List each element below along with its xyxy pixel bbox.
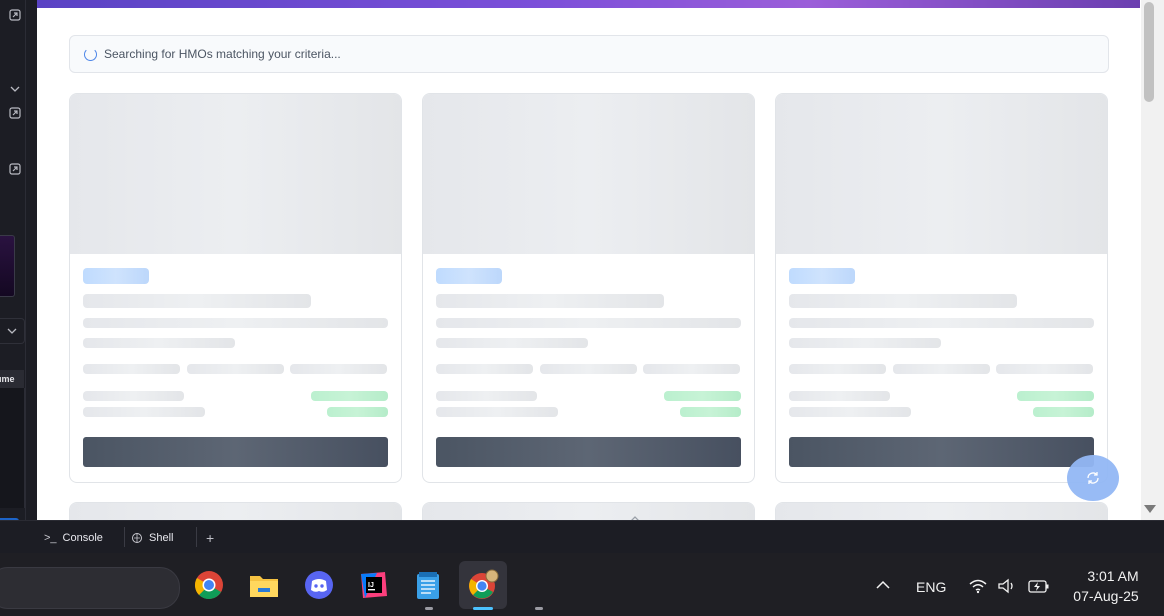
hmo-card-skeleton bbox=[775, 502, 1108, 520]
feature-placeholder bbox=[83, 364, 180, 374]
feature-placeholder bbox=[893, 364, 990, 374]
chevron-down-icon bbox=[7, 328, 17, 334]
title-placeholder bbox=[436, 294, 664, 308]
clock-time[interactable]: 3:01 AM bbox=[1080, 568, 1146, 584]
tab-divider bbox=[196, 527, 197, 547]
image-placeholder bbox=[423, 94, 754, 254]
chevron-down-icon[interactable] bbox=[9, 83, 21, 95]
left-panel-body bbox=[0, 388, 25, 508]
scroll-down-arrow-icon[interactable] bbox=[1144, 505, 1156, 513]
discord-icon[interactable] bbox=[301, 567, 337, 603]
hmo-card-skeleton bbox=[69, 93, 402, 483]
left-ide-strip: ume bbox=[0, 0, 37, 536]
hmo-card-skeleton bbox=[69, 502, 402, 520]
ide-bottom-bar: >_ Console Shell + bbox=[0, 520, 1164, 554]
taskbar-search[interactable] bbox=[0, 567, 180, 609]
text-placeholder bbox=[789, 338, 941, 348]
meta-placeholder bbox=[436, 407, 558, 417]
feature-placeholder bbox=[996, 364, 1093, 374]
browser-viewport: Searching for HMOs matching your criteri… bbox=[37, 0, 1141, 520]
preview-thumbnail[interactable] bbox=[0, 235, 15, 297]
refresh-icon bbox=[1087, 472, 1099, 484]
terminal-icon: >_ bbox=[44, 531, 57, 544]
title-placeholder bbox=[789, 294, 1017, 308]
meta-placeholder bbox=[83, 407, 205, 417]
meta-placeholder bbox=[436, 391, 537, 401]
open-external-icon[interactable] bbox=[9, 107, 21, 119]
volume-icon[interactable] bbox=[997, 578, 1017, 594]
tab-label: Console bbox=[62, 531, 103, 544]
price-placeholder bbox=[311, 391, 388, 401]
add-tab-button[interactable]: + bbox=[206, 521, 214, 554]
svg-text:IJ: IJ bbox=[368, 582, 374, 589]
badge-placeholder bbox=[436, 268, 502, 284]
notepad-icon[interactable] bbox=[410, 567, 446, 603]
wifi-icon[interactable] bbox=[968, 578, 988, 594]
meta-placeholder bbox=[789, 391, 890, 401]
header-accent-bar bbox=[37, 0, 1140, 8]
hmo-card-skeleton bbox=[775, 93, 1108, 483]
language-indicator[interactable]: ENG bbox=[916, 579, 946, 595]
tab-shell[interactable]: Shell bbox=[131, 521, 173, 554]
tab-divider bbox=[124, 527, 125, 547]
image-placeholder bbox=[70, 94, 401, 254]
badge-placeholder bbox=[789, 268, 855, 284]
price-placeholder bbox=[680, 407, 741, 417]
button-placeholder bbox=[789, 437, 1094, 467]
left-divider bbox=[25, 0, 26, 520]
button-placeholder bbox=[436, 437, 741, 467]
hmo-card-skeleton bbox=[422, 93, 755, 483]
price-placeholder bbox=[327, 407, 388, 417]
button-placeholder bbox=[83, 437, 388, 467]
scrollbar-thumb[interactable] bbox=[1144, 2, 1154, 102]
shell-icon bbox=[132, 532, 142, 543]
text-placeholder bbox=[83, 318, 388, 328]
price-placeholder bbox=[1017, 391, 1094, 401]
feature-placeholder bbox=[643, 364, 740, 374]
feature-placeholder bbox=[290, 364, 387, 374]
feature-placeholder bbox=[789, 364, 886, 374]
tab-console[interactable]: >_ Console bbox=[44, 521, 103, 554]
chrome-profile-icon[interactable] bbox=[459, 561, 507, 609]
chrome-icon[interactable] bbox=[191, 567, 227, 603]
app-running-indicator bbox=[535, 607, 543, 610]
tab-label: Shell bbox=[149, 531, 174, 544]
badge-placeholder bbox=[83, 268, 149, 284]
feature-placeholder bbox=[540, 364, 637, 374]
chevron-up-icon[interactable] bbox=[876, 580, 890, 590]
price-placeholder bbox=[1033, 407, 1094, 417]
app-active-indicator bbox=[473, 607, 493, 610]
status-text: Searching for HMOs matching your criteri… bbox=[104, 47, 341, 61]
text-placeholder bbox=[789, 318, 1094, 328]
search-status-banner: Searching for HMOs matching your criteri… bbox=[69, 35, 1109, 73]
panel-tab[interactable]: ume bbox=[0, 370, 24, 388]
meta-placeholder bbox=[789, 407, 911, 417]
meta-placeholder bbox=[83, 391, 184, 401]
refresh-button[interactable] bbox=[1067, 455, 1119, 501]
open-external-icon[interactable] bbox=[9, 9, 21, 21]
text-placeholder bbox=[436, 318, 741, 328]
intellij-icon[interactable]: IJ bbox=[356, 567, 392, 603]
file-explorer-icon[interactable] bbox=[246, 567, 282, 603]
app-running-indicator bbox=[425, 607, 433, 610]
text-placeholder bbox=[83, 338, 235, 348]
dropdown-toggle[interactable] bbox=[0, 318, 25, 344]
image-placeholder bbox=[776, 503, 1107, 520]
title-placeholder bbox=[83, 294, 311, 308]
image-placeholder bbox=[776, 94, 1107, 254]
price-placeholder bbox=[664, 391, 741, 401]
feature-placeholder bbox=[187, 364, 284, 374]
feature-placeholder bbox=[436, 364, 533, 374]
clock-date[interactable]: 07-Aug-25 bbox=[1066, 588, 1146, 604]
open-external-icon[interactable] bbox=[9, 163, 21, 175]
battery-charging-icon[interactable] bbox=[1027, 577, 1051, 595]
image-placeholder bbox=[70, 503, 401, 520]
hmo-card-skeleton bbox=[422, 502, 755, 520]
text-placeholder bbox=[436, 338, 588, 348]
loading-spinner-icon bbox=[84, 47, 97, 61]
windows-taskbar: IJ ENG bbox=[0, 553, 1164, 616]
image-placeholder bbox=[423, 503, 754, 520]
